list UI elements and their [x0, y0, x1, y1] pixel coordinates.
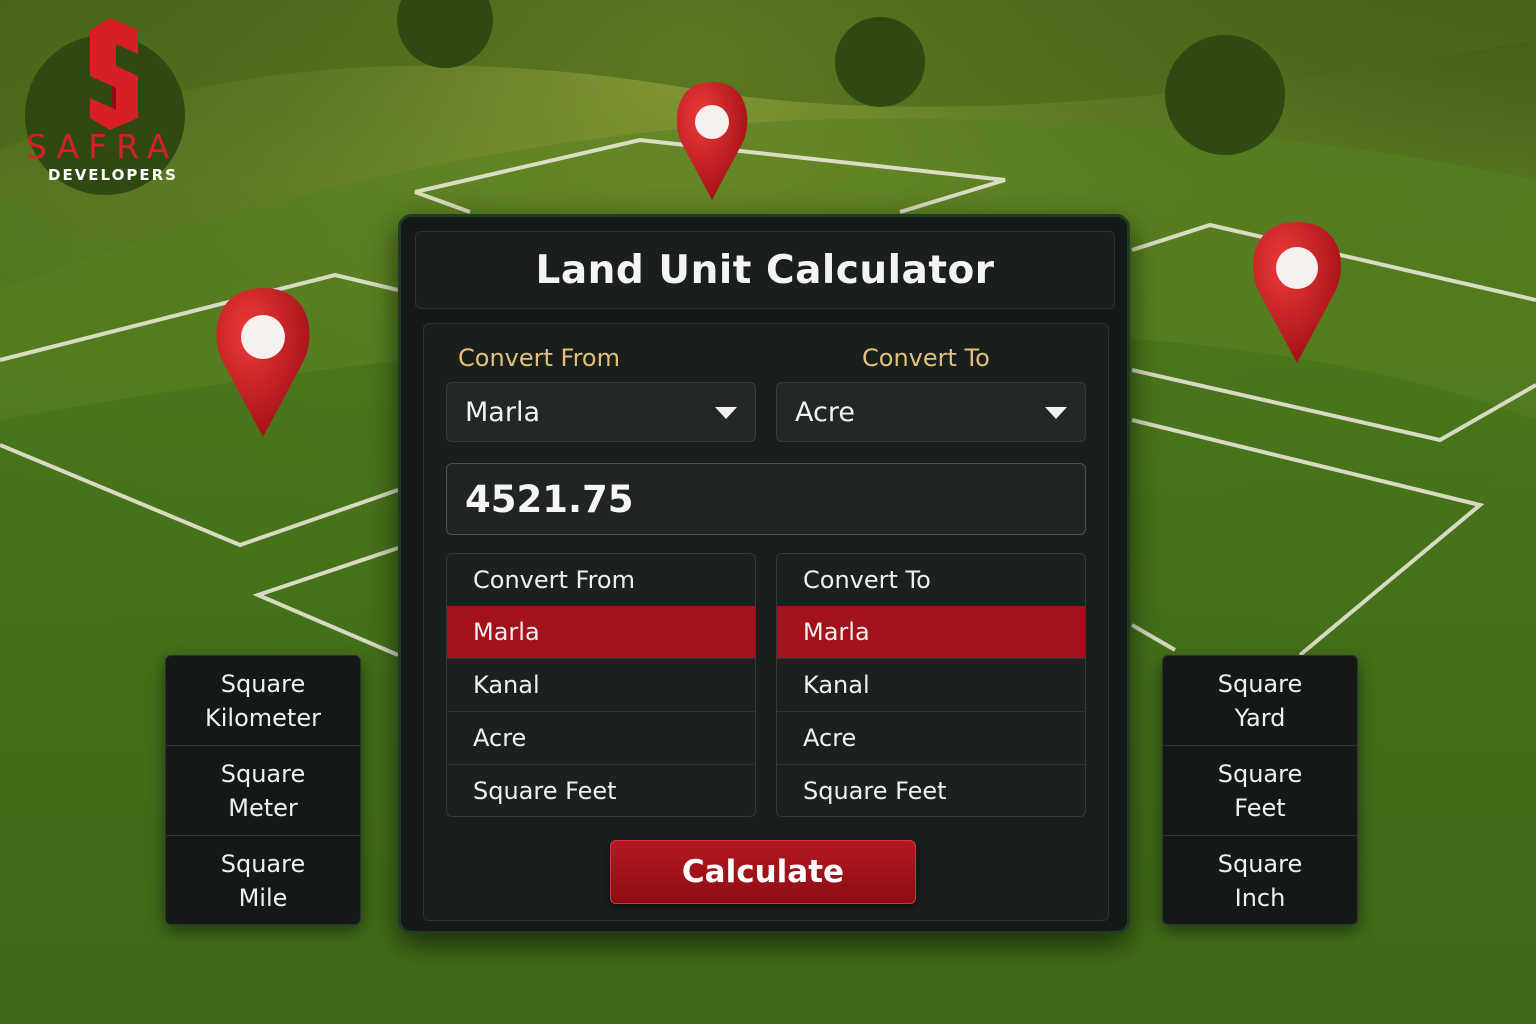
convert-from-select[interactable]: Marla: [446, 382, 756, 442]
to-option-square-feet[interactable]: Square Feet: [777, 764, 1085, 816]
to-option-marla[interactable]: Marla: [777, 606, 1085, 658]
calculator-panel: Land Unit Calculator Convert From Conver…: [398, 214, 1130, 934]
convert-from-label: Convert From: [458, 344, 620, 372]
calculate-button[interactable]: Calculate: [610, 840, 916, 904]
from-option-acre[interactable]: Acre: [447, 711, 755, 764]
left-units-panel: Square Kilometer Square Meter Square Mile: [165, 655, 361, 925]
unit-square-inch[interactable]: Square Inch: [1163, 836, 1357, 925]
unit-square-kilometer[interactable]: Square Kilometer: [166, 656, 360, 746]
value-input[interactable]: 4521.75: [446, 463, 1086, 535]
unit-square-mile[interactable]: Square Mile: [166, 836, 360, 925]
caret-down-icon: [1045, 407, 1067, 419]
to-option-acre[interactable]: Acre: [777, 711, 1085, 764]
brand-logo: SAFRA DEVELOPERS: [20, 18, 210, 188]
from-option-marla[interactable]: Marla: [447, 606, 755, 658]
convert-from-selected-value: Marla: [465, 396, 540, 428]
convert-from-list-header: Convert From: [447, 554, 755, 606]
title-bar: Land Unit Calculator: [415, 231, 1115, 309]
convert-to-label: Convert To: [862, 344, 990, 372]
brand-name: SAFRA: [26, 127, 179, 166]
unit-square-meter[interactable]: Square Meter: [166, 746, 360, 836]
safra-logo-icon: [90, 18, 138, 130]
caret-down-icon: [715, 407, 737, 419]
convert-to-list-header: Convert To: [777, 554, 1085, 606]
brand-tagline: DEVELOPERS: [48, 166, 178, 184]
right-units-panel: Square Yard Square Feet Square Inch: [1162, 655, 1358, 925]
calculator-body: Convert From Convert To Marla Acre 4521.…: [423, 323, 1109, 921]
convert-to-list: Convert To Marla Kanal Acre Square Feet: [776, 553, 1086, 817]
page-title: Land Unit Calculator: [535, 247, 995, 293]
value-input-text: 4521.75: [465, 477, 634, 521]
unit-square-feet[interactable]: Square Feet: [1163, 746, 1357, 836]
convert-to-select[interactable]: Acre: [776, 382, 1086, 442]
convert-from-list: Convert From Marla Kanal Acre Square Fee…: [446, 553, 756, 817]
from-option-kanal[interactable]: Kanal: [447, 658, 755, 711]
from-option-square-feet[interactable]: Square Feet: [447, 764, 755, 816]
unit-square-yard[interactable]: Square Yard: [1163, 656, 1357, 746]
to-option-kanal[interactable]: Kanal: [777, 658, 1085, 711]
convert-to-selected-value: Acre: [795, 396, 855, 428]
